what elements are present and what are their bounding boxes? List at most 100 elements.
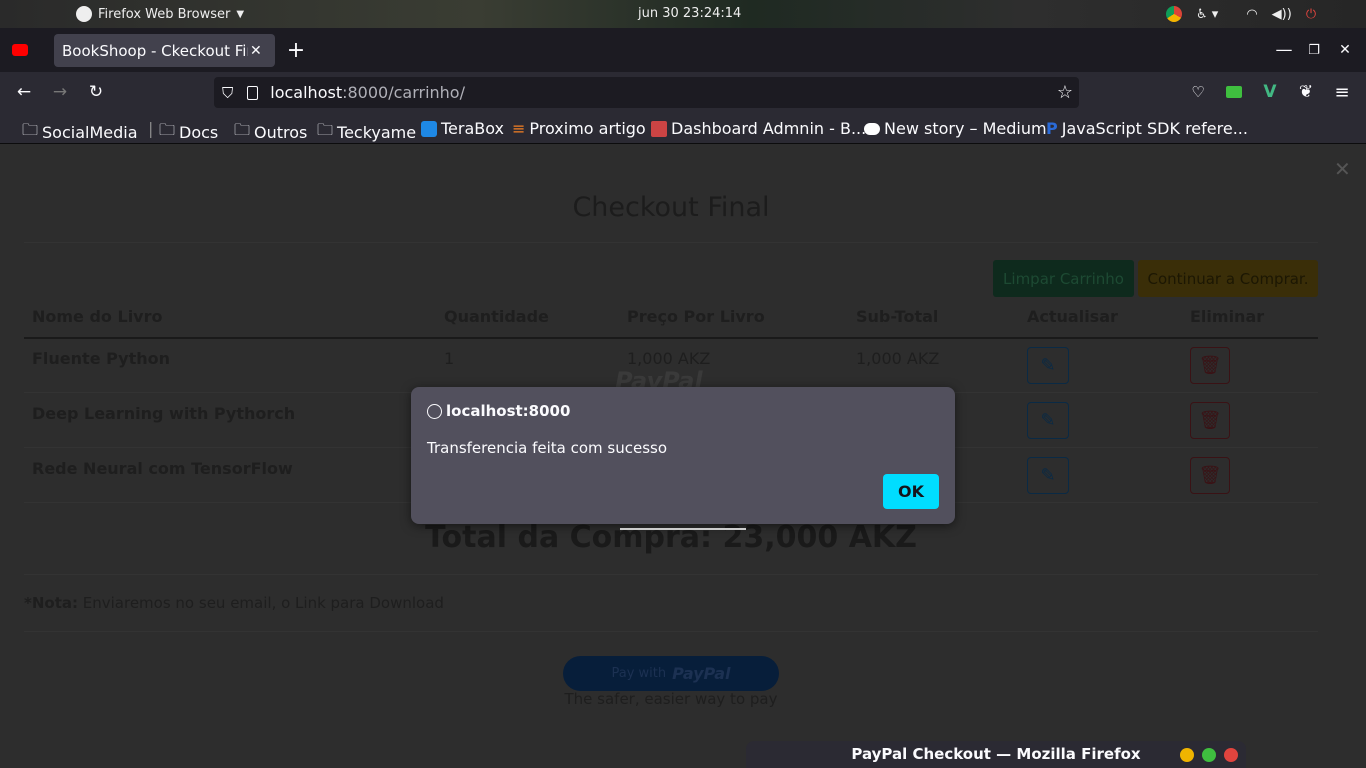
cart-item-quantity: 1: [444, 349, 455, 368]
clear-cart-button[interactable]: Limpar Carrinho: [993, 260, 1134, 297]
table-header-divider: [24, 337, 1318, 339]
bookmark-label: JavaScript SDK refere...: [1061, 119, 1248, 138]
medium-icon: [864, 122, 880, 135]
note: *Nota: Enviaremos no seu email, o Link p…: [24, 594, 444, 612]
close-window-button[interactable]: ✕: [1333, 38, 1357, 62]
cart-item-subtotal: 1,000 AKZ: [856, 349, 940, 368]
folder-icon: 🗀: [22, 120, 39, 139]
column-header: Eliminar: [1190, 307, 1265, 326]
bookmark-folder[interactable]: 🗀 Outros: [234, 119, 307, 146]
os-tray: ♿︎ ▾ ◠ ◀)) ⏻: [1166, 6, 1316, 22]
edit-button[interactable]: ✎: [1027, 457, 1069, 494]
bookmark-folder[interactable]: 🗀 Teckyame: [317, 119, 416, 146]
os-app-name: Firefox Web Browser: [98, 6, 231, 22]
close-icon[interactable]: ✕: [250, 43, 262, 59]
bookmark-label: Dashboard Admnin - B...: [671, 119, 867, 138]
loading-bar: [620, 528, 746, 530]
bookmark-item[interactable]: New story – Medium: [864, 119, 1047, 138]
paypal-brand: PayPal: [672, 664, 731, 683]
popup-window-title: PayPal Checkout — Mozilla Firefox: [851, 745, 1141, 763]
tab-active[interactable]: BookShoop - Ckeckout Final ✕: [54, 34, 275, 67]
menu-icon[interactable]: ≡: [1330, 80, 1354, 104]
bookmark-item[interactable]: TeraBox: [421, 119, 504, 138]
edit-button[interactable]: ✎: [1027, 402, 1069, 439]
close-window-button[interactable]: [1224, 748, 1238, 762]
url-path: :8000/carrinho/: [342, 83, 465, 102]
page-title: Checkout Final: [572, 192, 770, 223]
divider: [24, 574, 1318, 575]
trash-icon: 🗑: [1198, 465, 1222, 486]
alert-dialog: localhost:8000 Transferencia feita com s…: [411, 387, 955, 524]
chrome-icon[interactable]: [1166, 6, 1182, 22]
tab-title: BookShoop - Ckeckout Final: [62, 41, 248, 60]
folder-icon: 🗀: [317, 120, 334, 139]
cart-item-name: Deep Learning with Pythorch: [32, 404, 296, 423]
volume-icon[interactable]: ◀)): [1272, 7, 1292, 22]
bookmark-label: Proximo artigo: [529, 119, 646, 138]
pencil-icon: ✎: [1040, 465, 1056, 486]
bookmark-label: Docs: [179, 123, 219, 142]
note-label: *Nota:: [24, 594, 78, 612]
youtube-pinned-tab[interactable]: [12, 42, 28, 58]
trash-icon: 🗑: [1198, 410, 1222, 431]
globe-icon: [427, 403, 442, 419]
extension-icon[interactable]: [1222, 80, 1246, 104]
vue-devtools-icon[interactable]: V: [1258, 80, 1282, 104]
minimize-button[interactable]: —: [1272, 38, 1296, 62]
youtube-icon: [12, 44, 28, 56]
continue-shopping-button[interactable]: Continuar a Comprar.: [1138, 260, 1318, 297]
bookmark-item[interactable]: P JavaScript SDK refere...: [1046, 119, 1248, 138]
dialog-header: localhost:8000: [427, 402, 570, 420]
firefox-icon: [76, 6, 92, 22]
minimize-window-button[interactable]: [1180, 748, 1194, 762]
os-top-bar: Firefox Web Browser ▼ jun 30 23:24:14 ♿︎…: [0, 0, 1366, 28]
gnome-extension-icon[interactable]: ❦: [1294, 80, 1318, 104]
forward-button[interactable]: →: [48, 80, 72, 104]
dashboard-icon: [651, 120, 667, 137]
accessibility-icon[interactable]: ♿︎ ▾: [1196, 7, 1218, 22]
chevron-down-icon: ▼: [236, 8, 245, 20]
url-bar[interactable]: ⛉ localhost:8000/carrinho/ ☆: [214, 77, 1079, 108]
bookmark-item[interactable]: Dashboard Admnin - B...: [651, 119, 866, 138]
reload-button[interactable]: ↻: [84, 80, 108, 104]
delete-button[interactable]: 🗑: [1190, 457, 1230, 494]
power-icon[interactable]: ⏻: [1306, 7, 1316, 22]
dialog-origin: localhost:8000: [446, 402, 571, 420]
bookmark-folder[interactable]: 🗀 Docs: [159, 119, 218, 146]
folder-icon: 🗀: [159, 120, 176, 139]
paypal-popup-window[interactable]: PayPal Checkout — Mozilla Firefox: [746, 741, 1246, 768]
restore-button[interactable]: ❐: [1302, 38, 1326, 62]
star-icon[interactable]: ☆: [1057, 82, 1073, 103]
paypal-pay-with: Pay with: [611, 666, 667, 681]
column-header: Preço Por Livro: [627, 307, 765, 326]
url-text: localhost:8000/carrinho/: [270, 83, 465, 102]
paypal-tagline: The safer, easier way to pay: [564, 690, 778, 708]
bookmarks-bar: 🗀 SocialMedia | 🗀 Docs 🗀 Outros 🗀 Teckyame T…: [0, 112, 1366, 144]
bookmark-label: Teckyame: [337, 123, 417, 142]
delete-button[interactable]: 🗑: [1190, 347, 1230, 384]
maximize-window-button[interactable]: [1202, 748, 1216, 762]
os-clock[interactable]: jun 30 23:24:14: [638, 6, 741, 21]
delete-button[interactable]: 🗑: [1190, 402, 1230, 439]
cart-item-name: Rede Neural com TensorFlow: [32, 459, 293, 478]
divider: [24, 242, 1318, 243]
new-tab-button[interactable]: +: [284, 38, 308, 63]
os-app-menu[interactable]: Firefox Web Browser ▼: [76, 6, 244, 22]
paypal-button[interactable]: Pay with PayPal: [563, 656, 779, 691]
bookmark-item[interactable]: ≡ Proximo artigo: [512, 119, 646, 138]
bookmark-separator: |: [148, 119, 154, 138]
bookmark-folder[interactable]: 🗀 SocialMedia: [22, 119, 138, 146]
bookmark-label: Outros: [254, 123, 308, 142]
wifi-icon[interactable]: ◠: [1246, 7, 1257, 22]
cart-item-name: Fluente Python: [32, 349, 170, 368]
dialog-message: Transferencia feita com sucesso: [427, 439, 668, 457]
shield-icon[interactable]: ⛉: [222, 84, 233, 102]
ok-button[interactable]: OK: [883, 474, 939, 509]
close-icon[interactable]: ✕: [1334, 157, 1351, 181]
folder-icon: 🗀: [234, 120, 251, 139]
back-button[interactable]: ←: [12, 80, 36, 104]
bookmark-label: SocialMedia: [42, 123, 138, 142]
pocket-icon[interactable]: ♡: [1186, 80, 1210, 104]
edit-button[interactable]: ✎: [1027, 347, 1069, 384]
column-header: Nome do Livro: [32, 307, 163, 326]
